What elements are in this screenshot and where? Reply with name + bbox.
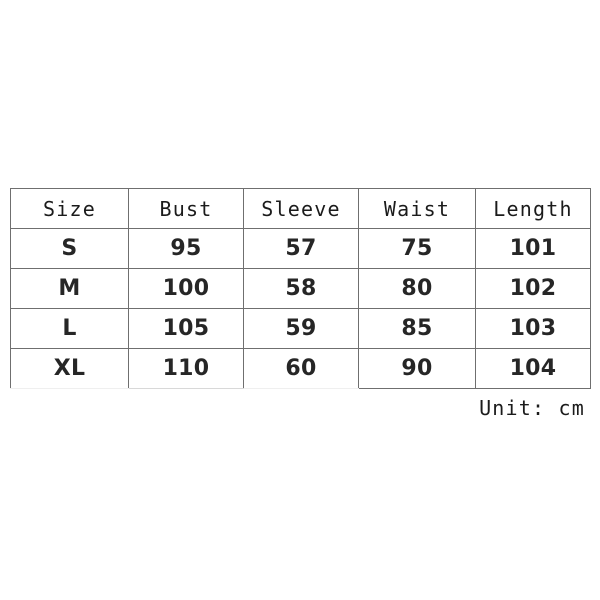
cell-size: L xyxy=(10,308,129,349)
cell-waist: 80 xyxy=(358,268,476,309)
table-row: M 100 58 80 102 xyxy=(10,268,591,309)
cell-size: M xyxy=(10,268,129,309)
cell-bust: 105 xyxy=(128,308,244,349)
column-header-bust: Bust xyxy=(128,188,244,229)
cell-waist: 90 xyxy=(358,348,476,389)
cell-waist: 85 xyxy=(358,308,476,349)
cell-size: S xyxy=(10,228,129,269)
column-header-length: Length xyxy=(475,188,591,229)
cell-sleeve: 58 xyxy=(243,268,359,309)
size-chart-page: Size Bust Sleeve Waist Length S 95 57 75… xyxy=(0,0,600,600)
cell-bust: 100 xyxy=(128,268,244,309)
cell-waist: 75 xyxy=(358,228,476,269)
cell-length: 103 xyxy=(475,308,591,349)
cell-sleeve: 59 xyxy=(243,308,359,349)
cell-bust: 110 xyxy=(128,348,244,389)
table-row: XL 110 60 90 104 xyxy=(10,348,591,389)
size-chart-header: Size Bust Sleeve Waist Length xyxy=(10,188,591,229)
unit-note: Unit: cm xyxy=(479,396,585,420)
cell-length: 104 xyxy=(475,348,591,389)
cell-length: 101 xyxy=(475,228,591,269)
size-chart-container: Size Bust Sleeve Waist Length S 95 57 75… xyxy=(10,188,591,389)
size-chart-table: Size Bust Sleeve Waist Length S 95 57 75… xyxy=(10,188,591,389)
cell-sleeve: 57 xyxy=(243,228,359,269)
column-header-sleeve: Sleeve xyxy=(243,188,359,229)
cell-length: 102 xyxy=(475,268,591,309)
table-row: S 95 57 75 101 xyxy=(10,228,591,269)
cell-size: XL xyxy=(10,348,129,389)
table-header-row: Size Bust Sleeve Waist Length xyxy=(10,188,591,229)
size-chart-body: S 95 57 75 101 M 100 58 80 102 L 105 59 xyxy=(10,228,591,389)
table-row: L 105 59 85 103 xyxy=(10,308,591,349)
cell-bust: 95 xyxy=(128,228,244,269)
cell-sleeve: 60 xyxy=(243,348,359,389)
column-header-waist: Waist xyxy=(358,188,476,229)
column-header-size: Size xyxy=(10,188,129,229)
